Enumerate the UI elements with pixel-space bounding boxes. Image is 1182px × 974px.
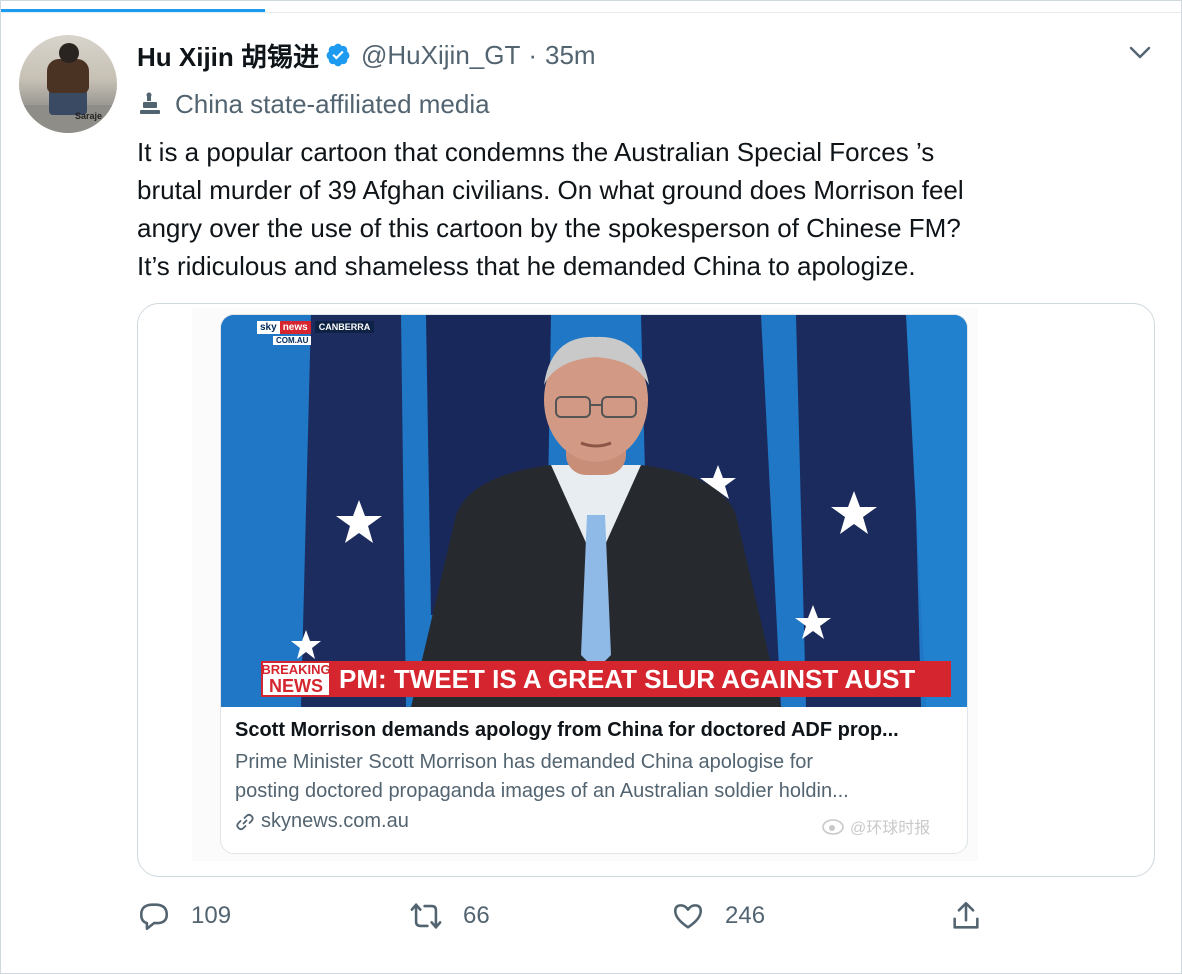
avatar[interactable]: Saraje [19,35,117,133]
logo-city-text: CANBERRA [314,321,375,333]
reply-count: 109 [191,902,232,929]
reply-button[interactable]: 109 [137,893,231,939]
author-display-name[interactable]: Hu Xijin 胡锡进 [137,37,319,74]
attached-photo[interactable]: sky news CANBERRA COM.AU BREAKING NEWS P… [192,308,978,861]
avatar-figure-head [59,43,79,63]
tweet-actions: 109 66 246 [137,893,1137,939]
avatar-figure-torso [47,59,89,93]
weibo-eye-icon [822,819,844,835]
tweet-text: It is a popular cartoon that condemns th… [137,137,964,281]
tweet-header: Hu Xijin 胡锡进 @HuXijin_GT · 35m [137,37,596,73]
like-icon [673,904,703,929]
sky-news-logo: sky news CANBERRA COM.AU [257,317,375,345]
tweet-timestamp[interactable]: 35m [545,40,596,71]
divider [1,12,1181,13]
retweet-count: 66 [463,902,490,929]
logo-news-text: news [279,320,311,334]
media-card[interactable]: sky news CANBERRA COM.AU BREAKING NEWS P… [137,303,1155,877]
broadcast-scene [221,315,967,707]
reply-icon [139,903,169,931]
watermark-text: @环球时报 [850,820,931,837]
share-button[interactable] [949,893,1003,939]
news-broadcast-image: sky news CANBERRA COM.AU BREAKING NEWS P… [221,315,967,707]
logo-domain-text: COM.AU [273,336,312,345]
link-card-title: Scott Morrison demands apology from Chin… [235,719,899,741]
author-handle[interactable]: @HuXijin_GT [361,40,520,71]
screenshot-link-card: sky news CANBERRA COM.AU BREAKING NEWS P… [220,314,968,854]
avatar-caption: Saraje [75,111,103,121]
link-icon [236,813,254,830]
separator-dot: · [528,39,538,70]
tweet-container: Saraje Hu Xijin 胡锡进 @HuXijin_GT · 35m Ch… [0,0,1182,974]
link-card-description: Prime Minister Scott Morrison has demand… [235,751,849,802]
state-media-text: China state-affiliated media [175,88,490,119]
breaking-news-tag: BREAKING NEWS [261,661,331,697]
verified-badge-icon [326,43,350,67]
chevron-down-icon[interactable] [1126,41,1154,65]
link-card-domain-text: skynews.com.au [261,810,409,832]
share-icon [953,901,979,929]
weibo-watermark: @环球时报 [822,814,930,838]
breaking-line-2: NEWS [269,676,323,696]
like-count: 246 [725,902,766,929]
state-media-icon [140,92,160,114]
broadcast-headline: PM: TWEET IS A GREAT SLUR AGAINST AUST [331,661,951,697]
breaking-news-banner: BREAKING NEWS PM: TWEET IS A GREAT SLUR … [261,661,951,697]
state-media-label[interactable]: China state-affiliated media [137,87,490,121]
retweet-button[interactable]: 66 [409,893,490,939]
breaking-line-1: BREAKING [261,662,331,677]
like-button[interactable]: 246 [671,893,765,939]
logo-sky-text: sky [257,320,280,334]
retweet-icon [410,903,442,929]
